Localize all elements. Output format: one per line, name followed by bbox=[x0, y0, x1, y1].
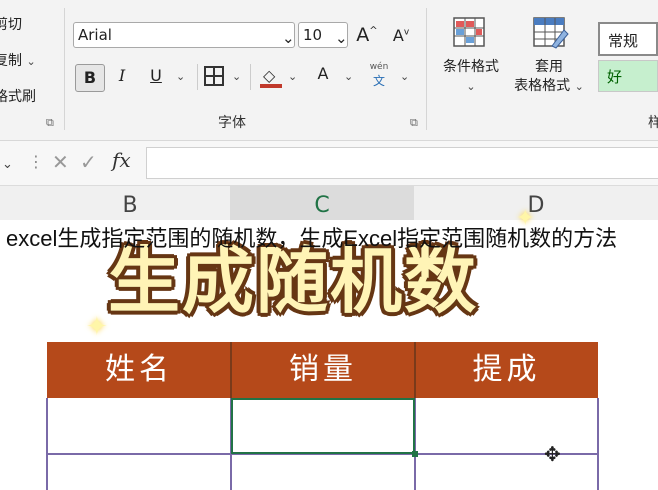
group-divider bbox=[64, 8, 65, 130]
chevron-down-icon[interactable]: ⌄ bbox=[176, 70, 185, 83]
cut-button[interactable]: 剪切 bbox=[0, 14, 22, 34]
formula-input[interactable] bbox=[146, 147, 658, 179]
phonetic-bottom: 文 bbox=[372, 74, 385, 88]
conditional-format-button[interactable]: 条件格式 ⌄ bbox=[436, 58, 506, 96]
chevron-down-icon[interactable]: ⌄ bbox=[344, 70, 353, 83]
divider bbox=[197, 64, 198, 90]
cancel-icon[interactable]: ✕ bbox=[52, 150, 69, 174]
chevron-down-icon: ⌄ bbox=[574, 80, 584, 93]
article-caption: excel生成指定范围的随机数，生成Excel指定范围随机数的方法 bbox=[6, 226, 618, 251]
table-cell[interactable] bbox=[47, 399, 230, 453]
sparkle-icon: ✦ bbox=[86, 312, 108, 342]
fill-color-icon[interactable]: ◇ bbox=[260, 64, 282, 90]
format-as-table-icon[interactable] bbox=[530, 16, 570, 50]
row-header-corner bbox=[0, 186, 31, 220]
chevron-down-icon: ⌄ bbox=[282, 29, 295, 47]
cell-style-normal[interactable]: 常规 bbox=[598, 22, 658, 56]
column-header-d[interactable]: D bbox=[414, 186, 658, 220]
underline-button[interactable]: U bbox=[146, 66, 166, 85]
clipboard-launcher-icon[interactable]: ⧉ bbox=[46, 116, 54, 130]
chevron-down-icon[interactable]: ⌄ bbox=[400, 70, 409, 83]
chevron-down-icon[interactable]: ⌄ bbox=[288, 70, 297, 83]
grid-line bbox=[597, 398, 599, 490]
header-divider bbox=[414, 342, 416, 398]
chevron-down-icon[interactable]: ⌄ bbox=[232, 70, 241, 83]
font-size-select[interactable]: 10 ⌄ bbox=[298, 22, 348, 48]
borders-icon[interactable] bbox=[204, 66, 224, 86]
decrease-font-size-button[interactable]: Av bbox=[390, 26, 412, 45]
format-as-table-button[interactable]: 套用 表格格式 ⌄ bbox=[505, 58, 593, 96]
chevron-down-icon[interactable]: ⌄ bbox=[26, 55, 35, 68]
header-divider bbox=[230, 342, 232, 398]
phonetic-guide-button[interactable]: wén 文 bbox=[368, 62, 390, 90]
table-cell[interactable] bbox=[416, 399, 597, 453]
name-box-chevron-icon[interactable]: ⌄ bbox=[2, 157, 13, 172]
styles-group-label: 样 bbox=[648, 115, 658, 131]
font-name-select[interactable]: Arial ⌄ bbox=[73, 22, 295, 48]
format-as-table-label-1: 套用 bbox=[535, 59, 563, 75]
insert-function-button[interactable]: fx bbox=[112, 148, 131, 172]
more-icon: ⋮ bbox=[28, 152, 44, 171]
format-as-table-label-2: 表格格式 bbox=[514, 78, 571, 94]
chevron-down-icon: ⌄ bbox=[466, 80, 476, 93]
phonetic-top: wén bbox=[369, 62, 389, 72]
table-header-name: 姓名 bbox=[47, 342, 231, 398]
confirm-icon[interactable]: ✓ bbox=[80, 150, 97, 174]
increase-font-size-button[interactable]: A^ bbox=[355, 24, 379, 46]
italic-button[interactable]: I bbox=[112, 66, 132, 85]
format-painter-button[interactable]: 格式刷 bbox=[0, 86, 36, 106]
copy-button[interactable]: 复制 ⌄ bbox=[0, 50, 36, 70]
table-header-commission: 提成 bbox=[415, 342, 598, 398]
table-header-sales: 销量 bbox=[231, 342, 415, 398]
conditional-format-label: 条件格式 bbox=[443, 59, 499, 75]
font-color-button[interactable]: A bbox=[310, 64, 336, 90]
group-divider bbox=[426, 8, 427, 130]
conditional-format-icon[interactable] bbox=[450, 16, 490, 50]
column-header-b[interactable]: B bbox=[30, 186, 231, 220]
font-group-label: 字体 bbox=[218, 115, 246, 131]
bold-button[interactable]: B bbox=[75, 64, 105, 92]
font-launcher-icon[interactable]: ⧉ bbox=[410, 116, 418, 130]
cell-style-good[interactable]: 好 bbox=[598, 60, 658, 92]
cell-cursor-icon: ✥ bbox=[544, 442, 561, 466]
column-header-c[interactable]: C bbox=[230, 186, 415, 223]
chevron-down-icon: ⌄ bbox=[335, 29, 348, 47]
divider bbox=[250, 64, 251, 90]
font-color-letter: A bbox=[317, 64, 329, 83]
selected-cell[interactable] bbox=[231, 398, 415, 454]
